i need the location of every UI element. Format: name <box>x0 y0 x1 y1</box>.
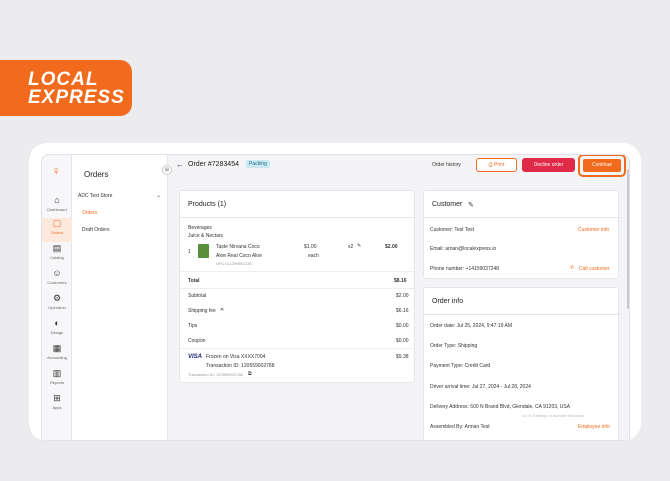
rail-item-customers[interactable]: ☺ Customers <box>42 268 72 292</box>
rail-item-dashboard[interactable]: ⌂ Dashboard <box>42 195 72 219</box>
copy-icon[interactable]: ⧉ <box>248 371 252 377</box>
divider <box>180 348 416 349</box>
app-logo-icon: ♀ <box>51 164 61 178</box>
orders-subnav: Orders ADC Test Store ⌄ Orders Draft Ord… <box>72 155 168 440</box>
call-customer-link[interactable]: Call customer <box>579 266 610 272</box>
reports-icon: ▥ <box>52 368 62 378</box>
product-price: $1.00 <box>304 244 317 250</box>
customer-panel: Customer ✎ Customer: Test Test Customer … <box>423 190 620 279</box>
status-badge: Packing <box>246 160 270 168</box>
visa-icon: VISA <box>188 354 203 360</box>
coupon-label: Coupon <box>188 338 206 344</box>
payment-line2: Transaction ID: 120559002788 <box>206 363 275 369</box>
order-type: Order Type: Shipping <box>430 343 478 349</box>
assembled-by: Assembled By: Arman Test <box>430 424 490 430</box>
close-icon[interactable]: ✕ <box>220 307 224 313</box>
rail-item-apps[interactable]: ⊞ Apps <box>42 393 72 417</box>
continue-highlight: Continue <box>578 155 626 177</box>
subnav-title: Orders <box>84 170 109 179</box>
subnav-item-orders[interactable]: Orders <box>82 210 97 216</box>
customers-icon: ☺ <box>52 268 62 278</box>
screenshot-card: ♀ ⌂ Dashboard ▢ Orders ▤ Catalog ☺ Customers… <box>29 143 641 441</box>
rail-item-design[interactable]: ◐ Design <box>42 318 72 342</box>
total-label: Total <box>188 278 200 284</box>
product-total: $2.00 <box>385 244 398 250</box>
order-history-link[interactable]: Order history <box>432 162 461 168</box>
item-index: 1 <box>188 249 191 255</box>
icon-rail: ♀ ⌂ Dashboard ▢ Orders ▤ Catalog ☺ Customers… <box>42 155 72 440</box>
windows-watermark: Go to Settings to activate Windows. <box>522 413 586 418</box>
continue-button[interactable]: Continue <box>583 159 621 172</box>
divider <box>180 271 416 272</box>
scrollbar[interactable] <box>627 169 629 309</box>
brand-logo: LOCAL EXPRESS <box>0 60 132 116</box>
decline-order-button[interactable]: Decline order <box>522 158 575 172</box>
print-button[interactable]: ⎙ Print <box>476 158 517 172</box>
operation-icon: ⚙ <box>52 293 62 303</box>
category-label: Beverages <box>188 225 212 231</box>
customer-info-link[interactable]: Customer info <box>578 227 609 233</box>
divider <box>180 288 416 289</box>
chevron-down-icon[interactable]: ⌄ <box>156 192 161 199</box>
rail-item-operation[interactable]: ⚙ Operation <box>42 293 72 317</box>
subnav-item-draft-orders[interactable]: Draft Orders <box>82 227 110 233</box>
product-unit: each <box>308 253 319 259</box>
payment-line1: Frozen on Visa XXXX7004 <box>206 354 266 360</box>
rail-item-accounting[interactable]: ▦ Accounting <box>42 343 72 367</box>
store-selector[interactable]: ADC Test Store <box>78 193 112 199</box>
app-window: ♀ ⌂ Dashboard ▢ Orders ▤ Catalog ☺ Customers… <box>41 154 630 441</box>
subcategory-label: Juice & Nectars <box>188 233 224 239</box>
home-icon: ⌂ <box>54 195 60 205</box>
rail-item-orders[interactable]: ▢ Orders <box>42 218 72 242</box>
product-name-line2[interactable]: Aloe Real Coco Aloe <box>216 253 262 259</box>
divider <box>424 314 620 315</box>
design-icon: ◐ <box>54 318 60 328</box>
product-name-line1[interactable]: Taste Nirvana Coco <box>216 244 260 250</box>
order-date: Order date: Jul 25, 2024, 9:47:19 AM <box>430 323 512 329</box>
order-info-panel: Order info Order date: Jul 25, 2024, 9:4… <box>423 287 620 440</box>
product-qty: x2 <box>348 244 354 250</box>
apps-icon: ⊞ <box>53 393 61 403</box>
customer-name: Customer: Test Test <box>430 227 474 233</box>
order-info-title: Order info <box>432 298 464 305</box>
payment-amount: $9.38 <box>396 354 409 360</box>
coupon-value: $0.00 <box>396 338 409 344</box>
subtotal-label: Subtotal <box>188 293 207 299</box>
edit-icon[interactable]: ✎ <box>468 201 474 209</box>
shipping-label: Shipping fee <box>188 308 216 314</box>
rail-item-catalog[interactable]: ▤ Catalog <box>42 243 72 267</box>
divider <box>424 217 620 218</box>
back-arrow-icon[interactable]: ← <box>176 160 184 169</box>
total-value: $8.16 <box>394 278 407 284</box>
products-title: Products (1) <box>188 201 227 208</box>
payment-transaction-small: Transaction ID: 120559002788 <box>188 372 243 377</box>
order-header: ← Order #7283454 Packing Order history ⎙… <box>176 155 629 180</box>
sidebar-toggle-icon[interactable]: ⊞ <box>162 165 172 175</box>
subtotal-value: $2.00 <box>396 293 409 299</box>
driver-arrival: Driver arrival time: Jul 27, 2024 - Jul … <box>430 384 531 390</box>
customer-phone: Phone number: +14159037248 <box>430 266 500 272</box>
product-thumbnail <box>198 244 209 258</box>
pencil-icon[interactable]: ✎ <box>357 243 361 249</box>
order-title: Order #7283454 <box>188 161 239 168</box>
customer-title: Customer <box>432 201 463 208</box>
shipping-value: $6.16 <box>396 308 409 314</box>
catalog-icon: ▤ <box>52 243 62 253</box>
rail-item-reports[interactable]: ▥ Reports <box>42 368 72 392</box>
tips-label: Tips <box>188 323 198 329</box>
phone-icon: ✆ <box>570 265 575 271</box>
employee-info-link[interactable]: Employee info <box>578 424 610 430</box>
divider <box>180 217 416 218</box>
tips-value: $0.00 <box>396 323 409 329</box>
customer-email: Email: arnan@localexpress.io <box>430 246 497 252</box>
logo-line2: EXPRESS <box>28 87 125 108</box>
product-upc: UPC 011299801135 <box>216 261 252 266</box>
accounting-icon: ▦ <box>52 343 62 353</box>
payment-type: Payment Type: Credit Card <box>430 363 491 369</box>
orders-icon: ▢ <box>52 218 62 228</box>
delivery-address: Delivery Address: 600 N Brand Blvd, Glen… <box>430 404 571 410</box>
products-panel: Products (1) Beverages Juice & Nectars 1… <box>179 190 416 383</box>
